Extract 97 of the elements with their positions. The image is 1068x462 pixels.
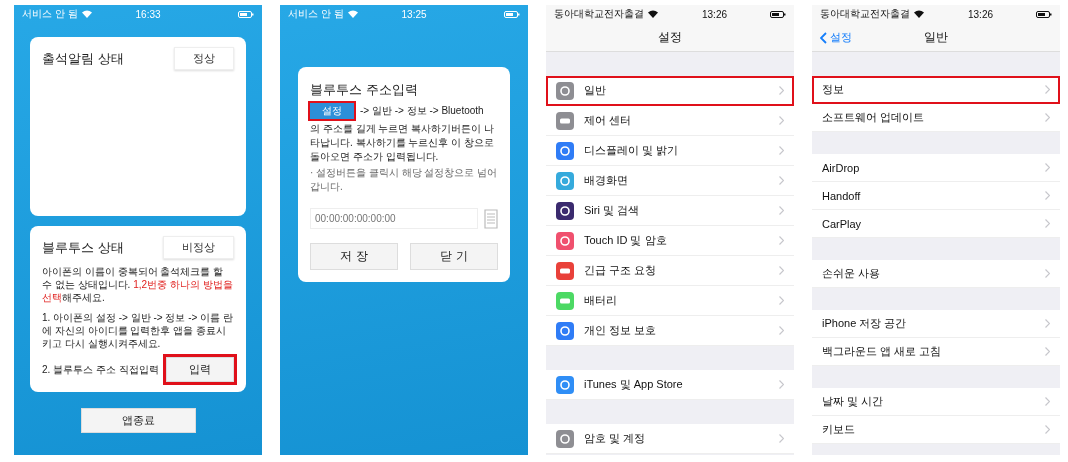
nav-title: 일반	[924, 28, 948, 46]
settings-row[interactable]: 암호 및 계정	[546, 424, 794, 454]
address-field[interactable]: 00:00:00:00:00:00	[310, 208, 478, 229]
settings-row[interactable]: 키보드	[812, 416, 1060, 444]
settings-row[interactable]: 배터리	[546, 286, 794, 316]
notice-text: 아이폰의 이름이 중복되어 출석체크를 할 수 없는 상태입니다. 1,2번중 하나의 방법을 선택해주세요.	[42, 265, 234, 304]
chevron-icon	[779, 116, 784, 125]
carrier-text: 서비스 안 됨	[288, 7, 344, 21]
settings-row[interactable]: 긴급 구조 요청	[546, 256, 794, 286]
settings-row[interactable]: 손쉬운 사용	[812, 260, 1060, 288]
carrier-text: 동아대학교전자출결	[820, 7, 910, 21]
row-label: 디스플레이 및 밝기	[584, 143, 680, 158]
chevron-icon	[1045, 319, 1050, 328]
back-chevron-icon	[820, 31, 827, 44]
back-text[interactable]: 설정	[830, 30, 852, 45]
chevron-icon	[779, 266, 784, 275]
settings-row[interactable]: 백그라운드 앱 새로 고침	[812, 338, 1060, 366]
row-label: Handoff	[822, 189, 862, 202]
row-label: 배경화면	[584, 173, 629, 188]
settings-row[interactable]: 제어 센터	[546, 106, 794, 136]
chevron-icon	[1045, 425, 1050, 434]
wifi-icon	[914, 10, 924, 18]
row-label: 날짜 및 시간	[822, 394, 885, 409]
clock-text: 13:26	[702, 8, 729, 20]
settings-row[interactable]: 날짜 및 시간	[812, 388, 1060, 416]
chevron-icon	[779, 236, 784, 245]
chevron-icon	[1045, 85, 1050, 94]
row-label: 정보	[822, 82, 845, 97]
chevron-icon	[1045, 191, 1050, 200]
chevron-icon	[779, 380, 784, 389]
row-label: iPhone 저장 공간	[822, 316, 908, 331]
instruction-text: 1. 아이폰의 설정 -> 일반 -> 정보 -> 이름 란에 자신의 아이디를 입력한후 앱을 종료시키고 다시 실행시켜주세요.	[42, 311, 234, 350]
row-label: 배터리	[584, 293, 618, 308]
row-label: Touch ID 및 암호	[584, 233, 668, 248]
settings-row[interactable]: 개인 정보 보호	[546, 316, 794, 346]
status-label: 출석알림 상태	[42, 49, 124, 68]
instruction-text: 2. 블루투스 주소 직접입력	[42, 363, 159, 376]
path-text: -> 일반 -> 정보 -> Bluetooth	[360, 104, 484, 118]
chevron-icon	[1045, 397, 1050, 406]
dialog-title: 블루투스 주소입력	[310, 81, 419, 99]
chevron-icon	[1045, 113, 1050, 122]
settings-row[interactable]: Handoff	[812, 182, 1060, 210]
chevron-icon	[1045, 269, 1050, 278]
clock-text: 13:26	[968, 8, 995, 20]
settings-row[interactable]: iTunes 및 App Store	[546, 370, 794, 400]
back-link[interactable]: 설정	[820, 30, 852, 45]
description-text: 의 주소를 길게 누르면 복사하기버튼이 나타납니다. 복사하기를 누르신후 이 창으로 돌아오면 주소가 입력됩니다.	[310, 122, 495, 164]
settings-row[interactable]: iPhone 저장 공간	[812, 310, 1060, 338]
row-label: 손쉬운 사용	[822, 266, 882, 281]
document-icon[interactable]	[484, 208, 498, 229]
settings-row[interactable]: 일반	[546, 76, 794, 106]
settings-row[interactable]: AirDrop	[812, 154, 1060, 182]
wifi-icon	[81, 10, 92, 18]
row-label: AirDrop	[822, 161, 861, 174]
row-label: CarPlay	[822, 217, 863, 230]
carrier-text: 서비스 안 됨	[22, 7, 78, 21]
status-label: 블루투스 상태	[42, 238, 124, 257]
status-value: 비정상	[163, 236, 234, 259]
input-button[interactable]: 입력	[166, 357, 234, 382]
clock-text: 13:25	[401, 8, 428, 20]
settings-row[interactable]: 정보	[812, 76, 1060, 104]
row-label: 개인 정보 보호	[584, 323, 658, 338]
row-label: 키보드	[822, 422, 856, 437]
chevron-icon	[1045, 219, 1050, 228]
carrier-text: 동아대학교전자출결	[554, 7, 644, 21]
settings-row[interactable]: CarPlay	[812, 210, 1060, 238]
chevron-icon	[779, 296, 784, 305]
save-button[interactable]: 저 장	[310, 243, 398, 270]
row-label: 소프트웨어 업데이트	[822, 110, 926, 125]
settings-row[interactable]: 소프트웨어 업데이트	[812, 104, 1060, 132]
hint-text: · 설정버튼을 클릭시 해당 설정창으로 넘어갑니다.	[310, 166, 498, 194]
row-label: 백그라운드 앱 새로 고침	[822, 344, 943, 359]
chevron-icon	[779, 206, 784, 215]
clock-text: 16:33	[135, 8, 162, 20]
wifi-icon	[347, 10, 358, 18]
settings-row[interactable]: 디스플레이 및 밝기	[546, 136, 794, 166]
row-label: 암호 및 계정	[584, 431, 647, 446]
chevron-icon	[1045, 347, 1050, 356]
settings-row[interactable]: 배경화면	[546, 166, 794, 196]
row-label: 긴급 구조 요청	[584, 263, 658, 278]
row-label: iTunes 및 App Store	[584, 377, 684, 392]
chevron-icon	[779, 326, 784, 335]
row-label: 일반	[584, 83, 607, 98]
chevron-icon	[779, 176, 784, 185]
chevron-icon	[779, 434, 784, 443]
settings-row[interactable]: Touch ID 및 암호	[546, 226, 794, 256]
row-label: 제어 센터	[584, 113, 633, 128]
settings-row[interactable]: Siri 및 검색	[546, 196, 794, 226]
close-button[interactable]: 닫 기	[410, 243, 498, 270]
chevron-icon	[779, 146, 784, 155]
chevron-icon	[779, 86, 784, 95]
status-value: 정상	[174, 47, 234, 70]
exit-button[interactable]: 앱종료	[80, 408, 196, 433]
row-label: Siri 및 검색	[584, 203, 640, 218]
nav-title: 설정	[658, 28, 682, 46]
chevron-icon	[1045, 163, 1050, 172]
wifi-icon	[648, 10, 658, 18]
